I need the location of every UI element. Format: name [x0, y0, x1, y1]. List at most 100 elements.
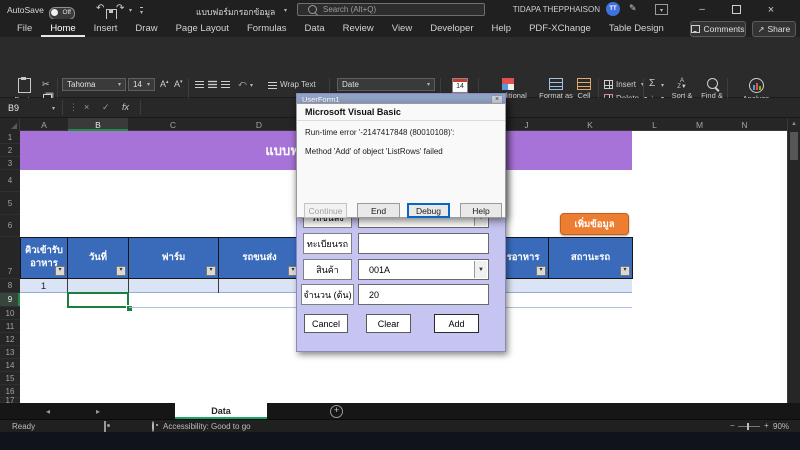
- tab-data[interactable]: Data: [296, 19, 334, 37]
- row-header-11[interactable]: 11: [0, 320, 20, 333]
- maximize-button[interactable]: [726, 0, 746, 19]
- search-input[interactable]: Search (Alt+Q): [297, 3, 485, 16]
- minimize-button[interactable]: –: [692, 0, 712, 19]
- column-header-d[interactable]: D: [218, 118, 300, 131]
- table-header-date[interactable]: วันที่▾: [67, 237, 129, 279]
- column-header-n[interactable]: N: [722, 118, 767, 131]
- insert-function-icon[interactable]: fx: [122, 102, 129, 112]
- tab-draw[interactable]: Draw: [126, 19, 166, 37]
- tab-file[interactable]: File: [8, 19, 41, 37]
- zoom-in-icon[interactable]: +: [764, 421, 769, 430]
- enter-entry-icon[interactable]: ✓: [102, 102, 110, 113]
- sheet-prev-icon[interactable]: ◂: [46, 407, 50, 416]
- row-header-1[interactable]: 1: [0, 131, 20, 144]
- zoom-level[interactable]: 90%: [773, 422, 789, 431]
- insert-cells-button[interactable]: Insert▾: [604, 80, 644, 89]
- zoom-slider-thumb[interactable]: [747, 423, 749, 430]
- align-top-icon[interactable]: [195, 80, 204, 88]
- row-header-2[interactable]: 2: [0, 144, 20, 157]
- tab-formulas[interactable]: Formulas: [238, 19, 296, 37]
- wrap-text-button[interactable]: Wrap Text: [268, 80, 316, 89]
- table-header-queue[interactable]: คิวเข้ารับอาหาร▾: [20, 237, 68, 279]
- zoom-slider[interactable]: [738, 426, 760, 427]
- avatar[interactable]: TT: [606, 2, 620, 16]
- add-data-button[interactable]: เพิ่มข้อมูล: [560, 213, 629, 235]
- plate-textbox[interactable]: [358, 233, 489, 254]
- font-name-select[interactable]: Tahoma▾: [62, 78, 126, 91]
- cut-icon[interactable]: ✂: [42, 79, 50, 90]
- align-bottom-icon[interactable]: [221, 80, 230, 88]
- tab-pdf-xchange[interactable]: PDF-XChange: [520, 19, 600, 37]
- product-combobox[interactable]: 001A ▼: [358, 259, 489, 280]
- table-header-truck[interactable]: รถขนส่ง▾: [218, 237, 301, 279]
- column-header-l[interactable]: L: [632, 118, 677, 131]
- help-button[interactable]: Help: [460, 203, 502, 218]
- redo-icon[interactable]: ↷: [116, 3, 124, 14]
- select-all-corner[interactable]: [0, 118, 20, 131]
- sheet-tab-data[interactable]: Data: [175, 403, 267, 419]
- quantity-textbox[interactable]: 20: [358, 284, 489, 305]
- accessibility-status[interactable]: Accessibility: Good to go: [163, 422, 251, 431]
- column-header-b[interactable]: B: [68, 118, 128, 131]
- tab-insert[interactable]: Insert: [85, 19, 127, 37]
- orientation-caret-icon[interactable]: ▾: [250, 82, 253, 89]
- table-header-status[interactable]: สถานะรถ▾: [548, 237, 633, 279]
- filter-dropdown-icon[interactable]: ▾: [620, 266, 630, 276]
- column-header-j[interactable]: J: [505, 118, 548, 131]
- cancel-entry-icon[interactable]: ×: [84, 102, 89, 112]
- grow-font-icon[interactable]: A▴: [160, 79, 169, 89]
- row-header-13[interactable]: 13: [0, 346, 20, 359]
- editing-mode-pencil-icon[interactable]: ✎: [629, 3, 637, 14]
- tab-table-design[interactable]: Table Design: [600, 19, 673, 37]
- title-caret-icon[interactable]: ▾: [284, 7, 287, 14]
- tab-page-layout[interactable]: Page Layout: [167, 19, 238, 37]
- autosum-caret-icon[interactable]: ▾: [661, 82, 664, 89]
- column-header-k[interactable]: K: [548, 118, 632, 131]
- column-header-c[interactable]: C: [128, 118, 218, 131]
- share-button[interactable]: ↗ Share: [752, 21, 796, 37]
- table-cell-queue-1[interactable]: 1: [20, 279, 67, 293]
- close-button[interactable]: ×: [760, 0, 782, 19]
- debug-button[interactable]: Debug: [407, 203, 450, 218]
- tab-developer[interactable]: Developer: [421, 19, 482, 37]
- sheet-next-icon[interactable]: ▸: [96, 407, 100, 416]
- zoom-out-icon[interactable]: −: [730, 421, 735, 430]
- new-sheet-icon[interactable]: +: [330, 405, 343, 418]
- row-header-14[interactable]: 14: [0, 359, 20, 372]
- row-header-8[interactable]: 8: [0, 279, 20, 293]
- row-header-4[interactable]: 4: [0, 170, 20, 192]
- row-header-9[interactable]: 9: [0, 293, 20, 307]
- redo-caret-icon[interactable]: ▾: [129, 7, 132, 14]
- number-format-select[interactable]: Date▾: [337, 78, 435, 91]
- clear-button[interactable]: Clear: [366, 314, 411, 333]
- autosum-icon[interactable]: Σ: [649, 78, 655, 89]
- name-box[interactable]: B9: [8, 103, 19, 113]
- macro-record-icon[interactable]: [104, 421, 106, 432]
- undo-caret-icon[interactable]: ▾: [109, 7, 112, 14]
- row-header-15[interactable]: 15: [0, 372, 20, 385]
- quick-access-caret-icon[interactable]: ▾: [140, 7, 143, 16]
- filter-dropdown-icon[interactable]: ▾: [116, 266, 126, 276]
- tab-review[interactable]: Review: [334, 19, 383, 37]
- row-header-10[interactable]: 10: [0, 307, 20, 320]
- end-button[interactable]: End: [357, 203, 400, 218]
- add-button[interactable]: Add: [434, 314, 479, 333]
- filter-dropdown-icon[interactable]: ▾: [55, 266, 65, 276]
- tab-view[interactable]: View: [383, 19, 421, 37]
- orientation-icon[interactable]: ⤺: [238, 79, 247, 89]
- row-header-12[interactable]: 12: [0, 333, 20, 346]
- name-box-caret-icon[interactable]: ▾: [52, 105, 55, 112]
- document-title[interactable]: แบบฟอร์มกรอกข้อมูล: [196, 5, 275, 19]
- font-size-select[interactable]: 14▾: [128, 78, 155, 91]
- row-header-5[interactable]: 5: [0, 192, 20, 215]
- cancel-button[interactable]: Cancel: [304, 314, 348, 333]
- column-header-m[interactable]: M: [677, 118, 722, 131]
- user-name[interactable]: TIDAPA THEPPHAISON: [500, 5, 600, 14]
- row-header-3[interactable]: 3: [0, 157, 20, 170]
- align-middle-icon[interactable]: [208, 80, 217, 88]
- vertical-scrollbar[interactable]: ▲: [787, 118, 800, 403]
- table-header-farm[interactable]: ฟาร์ม▾: [128, 237, 219, 279]
- scroll-up-icon[interactable]: ▲: [788, 118, 800, 130]
- combo-arrow-icon[interactable]: ▼: [474, 261, 487, 278]
- tab-home[interactable]: Home: [41, 19, 84, 37]
